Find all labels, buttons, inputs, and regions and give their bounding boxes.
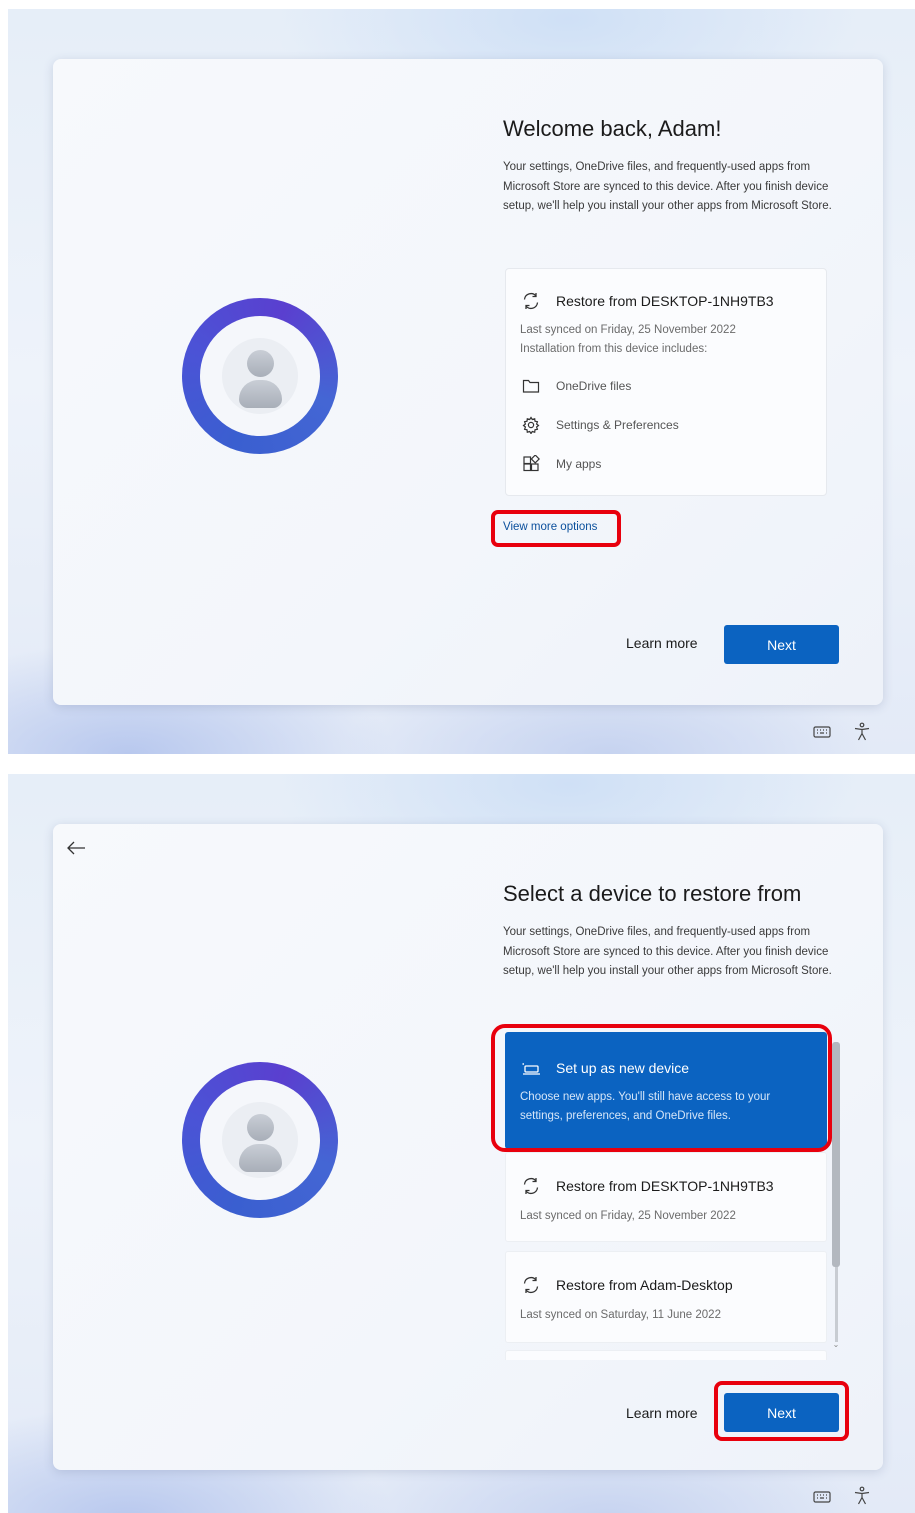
setup-card: Welcome back, Adam! Your settings, OneDr… [53, 59, 883, 705]
oobe-screen-select-device: Select a device to restore from Your set… [8, 774, 915, 1513]
person-icon [222, 1102, 298, 1178]
setup-card: Select a device to restore from Your set… [53, 824, 883, 1470]
learn-more-button[interactable]: Learn more [620, 1404, 704, 1422]
device-list[interactable]: Set up as new device Choose new apps. Yo… [505, 1032, 829, 1360]
person-icon [222, 338, 298, 414]
option-restore-adam-desktop[interactable]: Restore from Adam-Desktop Last synced on… [505, 1251, 827, 1343]
user-avatar [182, 298, 338, 454]
restore-includes-label: Installation from this device includes: [520, 343, 708, 355]
option-title: Restore from Adam-Desktop [556, 1277, 733, 1293]
page-description: Your settings, OneDrive files, and frequ… [503, 161, 832, 212]
page-description: Your settings, OneDrive files, and frequ… [503, 926, 832, 977]
gear-icon [520, 414, 542, 436]
include-item-apps: My apps [556, 457, 602, 471]
next-button[interactable]: Next [724, 1393, 839, 1432]
page-title: Welcome back, Adam! [503, 116, 722, 141]
restore-sync-date: Last synced on Friday, 25 November 2022 [520, 324, 736, 336]
learn-more-button[interactable]: Learn more [620, 634, 704, 652]
option-title: Restore from DESKTOP-1NH9TB3 [556, 1178, 774, 1194]
accessibility-icon[interactable] [853, 1486, 871, 1511]
include-item-onedrive: OneDrive files [556, 379, 632, 393]
sync-icon [520, 1274, 542, 1296]
back-arrow-icon[interactable] [66, 836, 86, 862]
restore-title: Restore from DESKTOP-1NH9TB3 [556, 293, 774, 309]
accessibility-icon[interactable] [853, 722, 871, 747]
option-restore-desktop-1nh9tb3[interactable]: Restore from DESKTOP-1NH9TB3 Last synced… [505, 1152, 827, 1242]
scrollbar-thumb[interactable] [832, 1042, 840, 1267]
page-title: Select a device to restore from [503, 881, 802, 906]
new-device-icon [520, 1057, 542, 1079]
next-button[interactable]: Next [724, 625, 839, 664]
option-new-device[interactable]: Set up as new device Choose new apps. Yo… [505, 1032, 827, 1149]
option-partial[interactable] [505, 1350, 827, 1360]
user-avatar [182, 1062, 338, 1218]
sync-icon [520, 290, 542, 312]
apps-icon [520, 453, 542, 475]
view-more-options-link[interactable]: View more options [503, 521, 597, 533]
keyboard-icon[interactable] [813, 725, 831, 744]
list-scrollbar[interactable]: ⌄ [832, 1032, 840, 1358]
folder-icon [520, 375, 542, 397]
keyboard-icon[interactable] [813, 1490, 831, 1509]
option-title: Set up as new device [556, 1060, 690, 1076]
sync-icon [520, 1175, 542, 1197]
option-subtitle: Last synced on Friday, 25 November 2022 [520, 1210, 736, 1222]
option-subtitle: Last synced on Saturday, 11 June 2022 [520, 1309, 721, 1321]
restore-panel[interactable]: Restore from DESKTOP-1NH9TB3 Last synced… [505, 268, 827, 496]
oobe-screen-welcome: Welcome back, Adam! Your settings, OneDr… [8, 9, 915, 754]
scroll-down-icon[interactable]: ⌄ [832, 1340, 840, 1349]
include-item-settings: Settings & Preferences [556, 418, 679, 432]
option-subtitle: Choose new apps. You'll still have acces… [520, 1091, 771, 1122]
